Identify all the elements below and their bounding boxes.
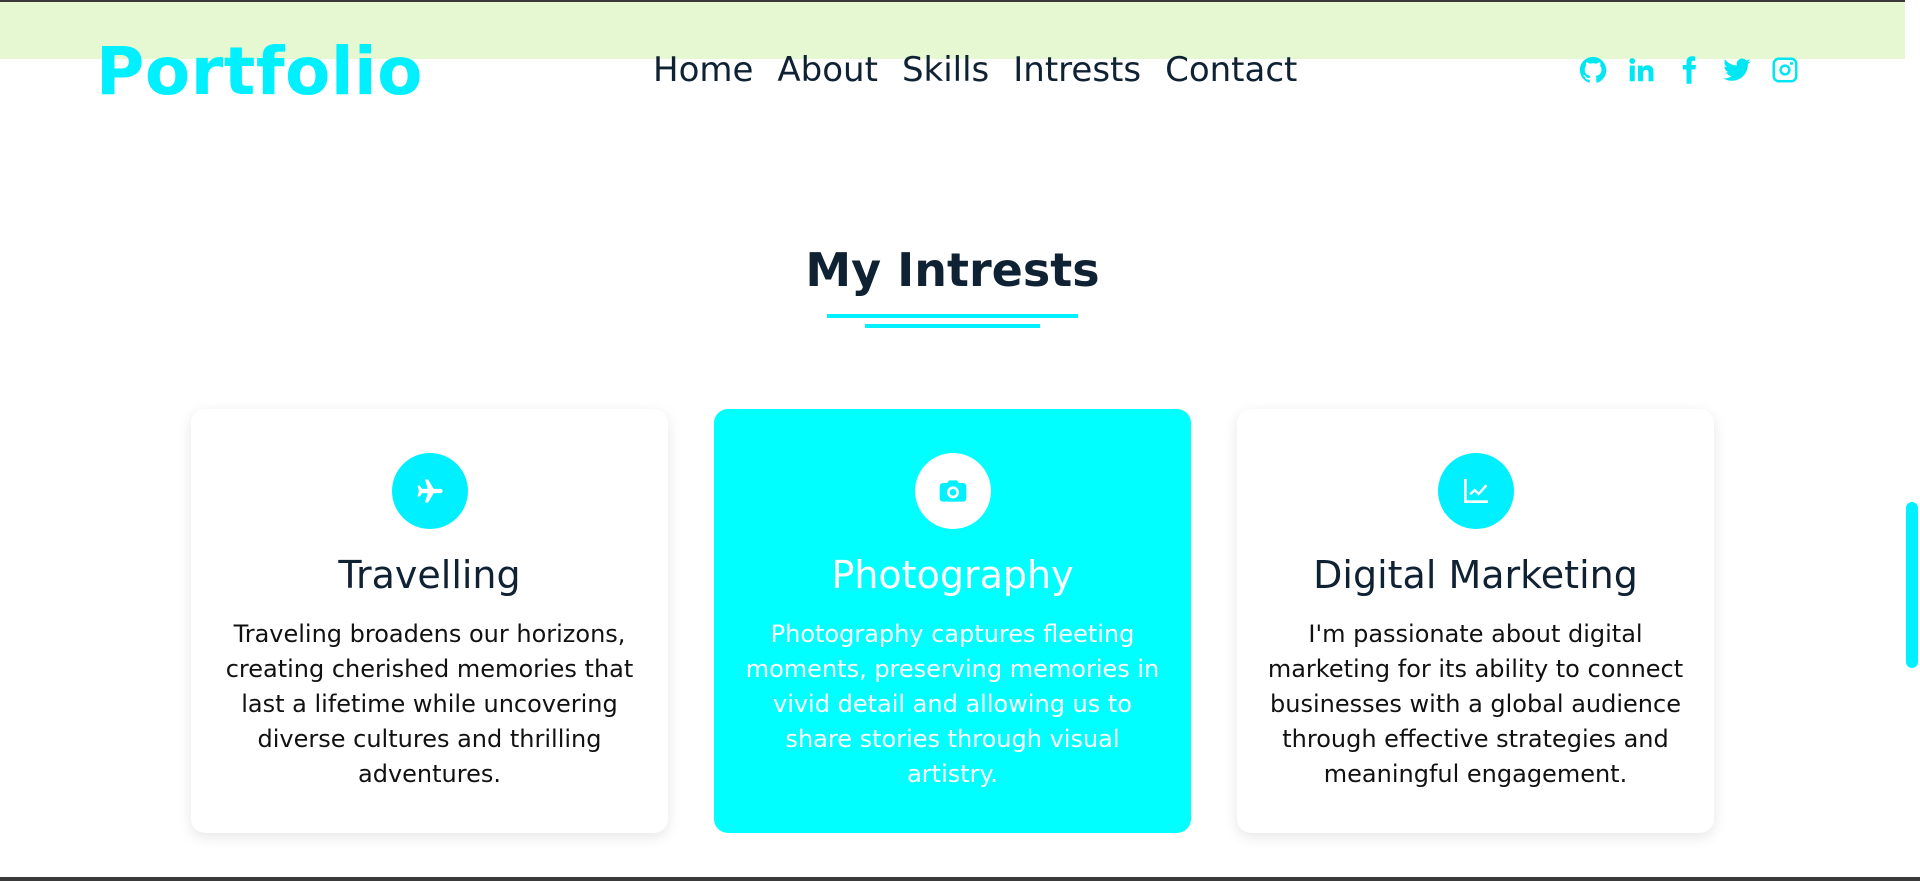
- site-logo[interactable]: Portfolio: [96, 32, 423, 112]
- social-links: [1578, 52, 1800, 88]
- card-title: Photography: [831, 553, 1074, 597]
- interest-card-digital-marketing[interactable]: Digital Marketing I'm passionate about d…: [1237, 409, 1714, 833]
- plane-icon: [391, 453, 468, 529]
- nav-about-link[interactable]: About: [777, 48, 878, 92]
- chart-icon: [1437, 453, 1514, 529]
- nav-skills-link[interactable]: Skills: [902, 48, 989, 92]
- github-icon[interactable]: [1578, 54, 1608, 86]
- nav-home-link[interactable]: Home: [653, 48, 753, 92]
- main-nav: Home About Skills Intrests Contact: [653, 48, 1297, 92]
- title-underline: [827, 314, 1078, 318]
- section-title: My Intrests: [805, 243, 1100, 297]
- facebook-icon[interactable]: [1674, 54, 1704, 86]
- title-underline-short: [865, 324, 1040, 328]
- camera-icon: [914, 453, 991, 529]
- interest-card-photography[interactable]: Photography Photography captures fleetin…: [714, 409, 1191, 833]
- interest-card-travelling[interactable]: Travelling Traveling broadens our horizo…: [191, 409, 668, 833]
- card-description: Traveling broadens our horizons, creatin…: [225, 620, 634, 788]
- nav-contact-link[interactable]: Contact: [1165, 48, 1297, 92]
- card-title: Digital Marketing: [1313, 553, 1638, 597]
- window-bottom-border: [0, 877, 1920, 881]
- twitter-icon[interactable]: [1722, 54, 1752, 86]
- card-description: I'm passionate about digital marketing f…: [1267, 620, 1684, 788]
- instagram-icon[interactable]: [1770, 54, 1800, 86]
- scrollbar-thumb[interactable]: [1906, 502, 1918, 668]
- card-title: Travelling: [338, 553, 521, 597]
- card-description: Photography captures fleeting moments, p…: [745, 620, 1160, 788]
- linkedin-icon[interactable]: [1626, 54, 1656, 86]
- scrollbar-track[interactable]: [1905, 0, 1920, 881]
- interests-cards: Travelling Traveling broadens our horizo…: [191, 409, 1714, 833]
- nav-intrests-link[interactable]: Intrests: [1013, 48, 1141, 92]
